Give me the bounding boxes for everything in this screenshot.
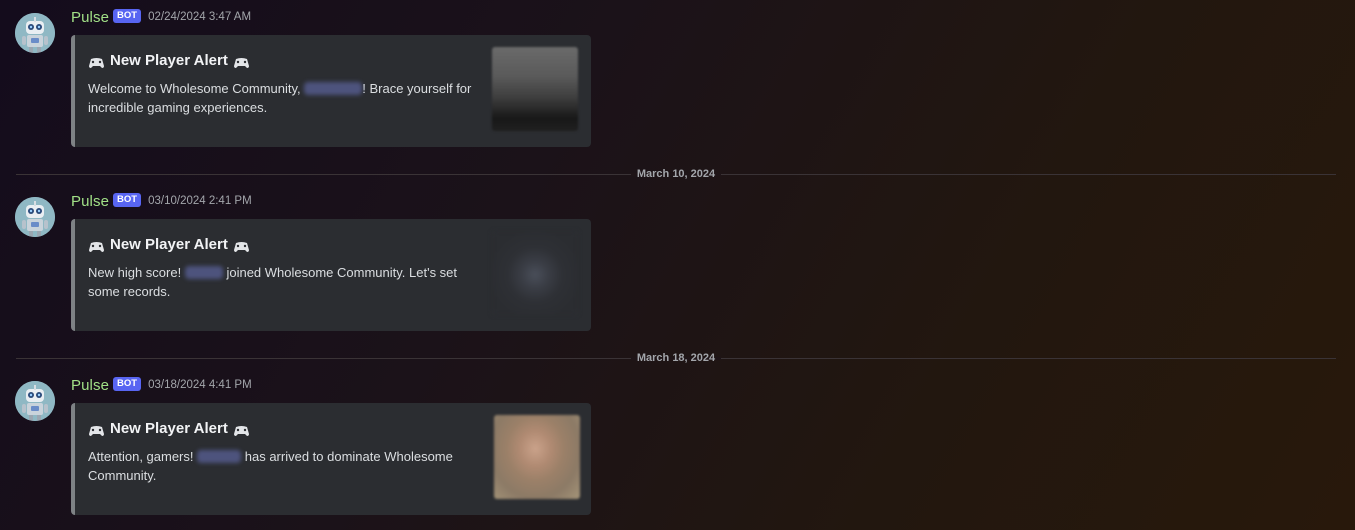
gamepad-icon <box>88 424 105 436</box>
embed-thumbnail[interactable] <box>492 231 578 315</box>
message-feed: Pulse BOT 02/24/2024 3:47 AM New Player … <box>0 0 1355 530</box>
message-header: Pulse BOT 03/18/2024 4:41 PM <box>71 375 252 395</box>
embed-title-text: New Player Alert <box>110 236 228 253</box>
gamepad-icon <box>233 56 250 68</box>
bot-badge: BOT <box>113 193 142 207</box>
bot-badge: BOT <box>113 377 142 391</box>
gamepad-icon <box>88 56 105 68</box>
embed-title: New Player Alert <box>88 236 250 253</box>
message-header: Pulse BOT 03/10/2024 2:41 PM <box>71 191 252 211</box>
username[interactable]: Pulse <box>71 9 109 26</box>
embed-description: Welcome to Wholesome Community, ! Brace … <box>88 80 483 117</box>
embed-desc-text: New high score! <box>88 265 182 280</box>
embed-title-text: New Player Alert <box>110 420 228 437</box>
gamepad-icon <box>233 240 250 252</box>
date-divider-label: March 18, 2024 <box>636 352 716 364</box>
robot-avatar-icon[interactable] <box>15 381 55 421</box>
date-divider-label: March 10, 2024 <box>636 168 716 180</box>
embed-desc-text: Attention, gamers! <box>88 449 194 464</box>
embed: New Player Alert Attention, gamers! has … <box>71 403 591 515</box>
timestamp[interactable]: 02/24/2024 3:47 AM <box>148 11 251 23</box>
bot-badge: BOT <box>113 9 142 23</box>
gamepad-icon <box>233 424 250 436</box>
message-header: Pulse BOT 02/24/2024 3:47 AM <box>71 7 251 27</box>
embed-description: Attention, gamers! has arrived to domina… <box>88 448 483 485</box>
embed: New Player Alert New high score! joined … <box>71 219 591 331</box>
username[interactable]: Pulse <box>71 377 109 394</box>
gamepad-icon <box>88 240 105 252</box>
user-mention[interactable] <box>184 266 223 279</box>
date-divider: March 10, 2024 <box>16 168 1336 180</box>
robot-avatar-icon[interactable] <box>15 197 55 237</box>
timestamp[interactable]: 03/18/2024 4:41 PM <box>148 379 252 391</box>
embed-title: New Player Alert <box>88 52 250 69</box>
timestamp[interactable]: 03/10/2024 2:41 PM <box>148 195 252 207</box>
embed-thumbnail[interactable] <box>494 415 580 499</box>
embed-description: New high score! joined Wholesome Communi… <box>88 264 483 301</box>
user-mention[interactable] <box>197 450 242 463</box>
robot-avatar-icon[interactable] <box>15 13 55 53</box>
embed-thumbnail[interactable] <box>492 47 578 131</box>
username[interactable]: Pulse <box>71 193 109 210</box>
date-divider: March 18, 2024 <box>16 352 1336 364</box>
embed-title: New Player Alert <box>88 420 250 437</box>
embed-title-text: New Player Alert <box>110 52 228 69</box>
embed: New Player Alert Welcome to Wholesome Co… <box>71 35 591 147</box>
embed-desc-text: Welcome to Wholesome Community, <box>88 81 301 96</box>
user-mention[interactable] <box>304 82 363 95</box>
